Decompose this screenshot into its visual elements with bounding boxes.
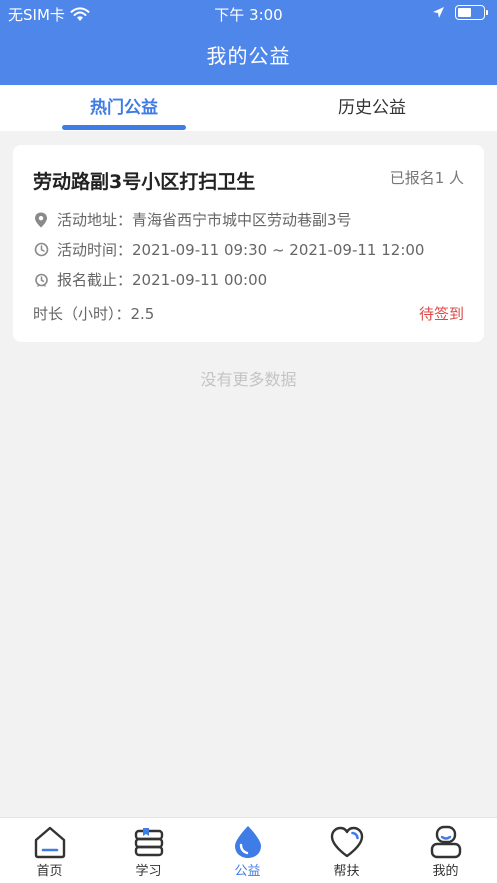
activity-card[interactable]: 劳动路副3号小区打扫卫生 已报名1 人 活动地址： 青海省西宁市城中区劳动巷副3… (13, 145, 484, 342)
deadline-label: 报名截止： (57, 271, 133, 289)
address-row: 活动地址： 青海省西宁市城中区劳动巷副3号 (33, 209, 352, 230)
nav-home[interactable]: 首页 (0, 818, 99, 883)
nav-home-label: 首页 (36, 864, 63, 879)
nav-mine-label: 我的 (432, 864, 459, 879)
nav-study[interactable]: 学习 (99, 818, 198, 883)
battery-icon (455, 5, 488, 20)
profile-icon (430, 825, 461, 859)
location-pin-icon (33, 212, 49, 228)
tab-history-charity[interactable]: 历史公益 (248, 85, 496, 131)
status-bar: 无SIM卡 下午 3:00 (0, 0, 497, 28)
header-bar: 无SIM卡 下午 3:00 我的公益 (0, 0, 497, 85)
time-row: 活动时间： 2021-09-11 09:30 ~ 2021-09-11 12:0… (33, 239, 424, 260)
no-more-data: 没有更多数据 (200, 370, 297, 389)
page-title: 我的公益 (206, 44, 291, 68)
location-arrow-icon (433, 7, 444, 18)
nav-charity[interactable]: 公益 (198, 818, 297, 883)
alarm-clock-icon (33, 272, 49, 288)
status-time: 下午 3:00 (214, 6, 283, 24)
deadline-row: 报名截止： 2021-09-11 00:00 (33, 269, 267, 290)
clock-icon (33, 242, 49, 258)
tab-bar: 热门公益 历史公益 (0, 85, 497, 131)
address-value: 青海省西宁市城中区劳动巷副3号 (132, 211, 352, 229)
active-tab-indicator (62, 125, 186, 130)
nav-study-label: 学习 (135, 864, 162, 879)
drop-icon (234, 826, 261, 858)
bottom-nav: 首页 学习 公益 帮扶 我的 (0, 817, 497, 883)
nav-charity-label: 公益 (234, 864, 261, 879)
home-icon (34, 826, 65, 859)
books-icon (134, 828, 163, 857)
deadline-value: 2021-09-11 00:00 (132, 270, 268, 289)
activity-title: 劳动路副3号小区打扫卫生 (33, 171, 256, 193)
signin-status[interactable]: 待签到 (419, 303, 464, 324)
address-label: 活动地址： (57, 211, 133, 229)
time-value: 2021-09-11 09:30 ~ 2021-09-11 12:00 (132, 240, 425, 259)
heart-icon (330, 826, 363, 858)
nav-help-label: 帮扶 (333, 864, 360, 879)
nav-mine[interactable]: 我的 (396, 818, 495, 883)
nav-help[interactable]: 帮扶 (297, 818, 396, 883)
signup-count: 已报名1 人 (389, 169, 464, 187)
duration-text: 时长（小时）：2.5 (33, 305, 155, 323)
status-right (432, 5, 488, 20)
time-label: 活动时间： (57, 241, 133, 259)
